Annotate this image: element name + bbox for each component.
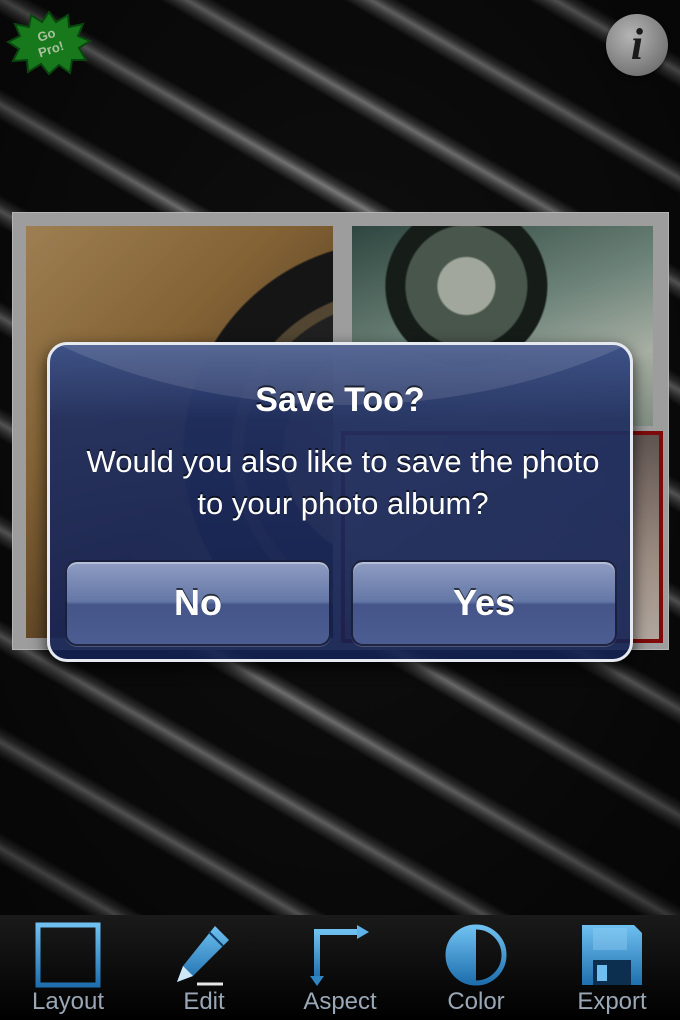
bottom-toolbar: Layout Edit Aspect Color Export: [0, 915, 680, 1020]
alert-title: Save Too?: [255, 381, 425, 419]
toolbar-label-edit: Edit: [183, 988, 225, 1015]
half-circle-icon: [443, 922, 509, 988]
aspect-arrow-icon: [307, 922, 373, 988]
save-too-alert: Save Too? Would you also like to save th…: [47, 342, 633, 662]
yes-button[interactable]: Yes: [351, 560, 617, 646]
toolbar-label-color: Color: [447, 988, 505, 1015]
pencil-icon: [171, 922, 237, 988]
toolbar-item-edit[interactable]: Edit: [136, 915, 272, 1020]
toolbar-label-aspect: Aspect: [303, 988, 377, 1015]
floppy-disk-icon: [579, 922, 645, 988]
toolbar-item-layout[interactable]: Layout: [0, 915, 136, 1020]
toolbar-label-export: Export: [577, 988, 647, 1015]
alert-message: Would you also like to save the photo to…: [86, 444, 600, 521]
no-button[interactable]: No: [65, 560, 331, 646]
toolbar-item-export[interactable]: Export: [544, 915, 680, 1020]
toolbar-item-aspect[interactable]: Aspect: [272, 915, 408, 1020]
toolbar-label-layout: Layout: [31, 988, 105, 1015]
layout-grid-icon: [35, 922, 101, 988]
toolbar-item-color[interactable]: Color: [408, 915, 544, 1020]
